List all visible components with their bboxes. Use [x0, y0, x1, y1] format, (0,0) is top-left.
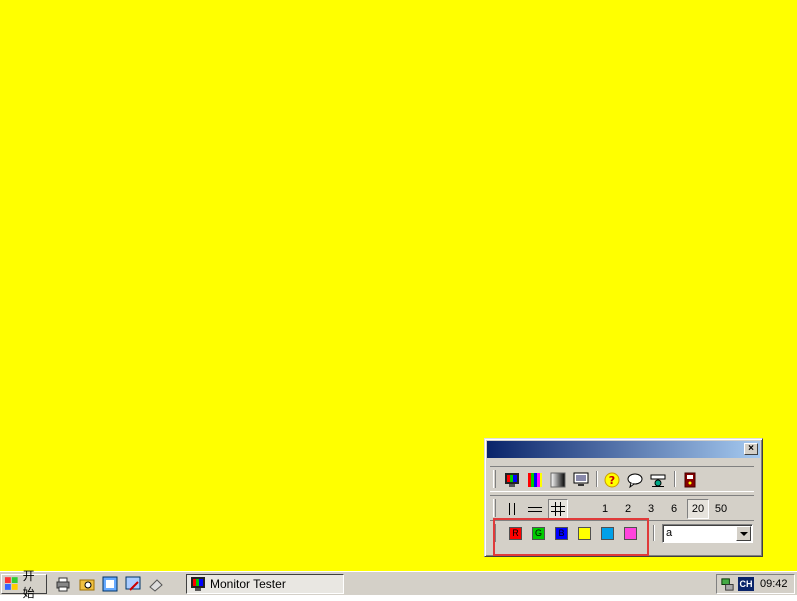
taskbar: 开始 Monitor Tester CH 09:42	[0, 569, 797, 600]
spacing-1-button[interactable]: 1	[595, 499, 615, 519]
svg-text:?: ?	[609, 474, 615, 487]
spacing-3-button[interactable]: 3	[641, 499, 661, 519]
gradient-button[interactable]	[548, 470, 568, 490]
system-tray: CH 09:42	[716, 574, 795, 594]
vertical-lines-button[interactable]	[502, 499, 522, 519]
toolbar-row-patterns: 1 2 3 6 20 50	[490, 495, 754, 521]
help-icon: ?	[604, 472, 620, 488]
combo-dropdown-arrow[interactable]	[736, 526, 751, 541]
color-cyan-button[interactable]	[601, 527, 614, 540]
spacing-6-button[interactable]: 6	[664, 499, 684, 519]
network-tray-icon[interactable]	[720, 577, 735, 592]
monitor-color-icon	[505, 473, 519, 487]
start-button[interactable]: 开始	[1, 569, 47, 600]
monitor-icon	[573, 472, 589, 486]
color-bars-button[interactable]	[525, 470, 545, 490]
settings-icon	[650, 474, 666, 487]
spacing-20-button[interactable]: 20	[687, 499, 709, 519]
start-label: 开始	[22, 569, 35, 600]
help-button[interactable]: ?	[602, 470, 622, 490]
color-blue-button[interactable]: B	[555, 527, 568, 540]
horizontal-lines-button[interactable]	[525, 499, 545, 519]
color-bars-icon	[528, 473, 542, 487]
eraser-icon[interactable]	[148, 576, 164, 592]
tools-icon[interactable]	[125, 576, 141, 592]
exit-button[interactable]	[680, 470, 700, 490]
settings-button[interactable]	[648, 470, 668, 490]
network-icon[interactable]	[102, 576, 118, 592]
grid-button[interactable]	[548, 499, 568, 519]
gradient-icon	[550, 472, 566, 488]
printer-icon[interactable]	[55, 576, 71, 592]
spacing-2-button[interactable]: 2	[618, 499, 638, 519]
toolbar-row-tests: ?	[490, 466, 754, 492]
grid-icon	[551, 502, 565, 516]
close-button[interactable]: ×	[744, 443, 758, 455]
horizontal-lines-icon	[528, 507, 542, 512]
monitor-color-button[interactable]	[502, 470, 522, 490]
color-yellow-button[interactable]	[578, 527, 591, 540]
window-titlebar[interactable]: ×	[487, 441, 760, 458]
folder-search-icon[interactable]	[79, 576, 95, 592]
monitor-tester-app-icon	[191, 577, 205, 591]
ime-indicator[interactable]: CH	[738, 577, 754, 591]
color-red-button[interactable]: R	[509, 527, 522, 540]
color-green-button[interactable]: G	[532, 527, 545, 540]
task-button-monitor-tester[interactable]: Monitor Tester	[186, 574, 344, 594]
task-button-label: Monitor Tester	[210, 577, 286, 591]
combo-value: a	[666, 527, 673, 539]
spacing-50-button[interactable]: 50	[710, 499, 732, 519]
vertical-lines-icon	[509, 503, 515, 515]
color-magenta-button[interactable]	[624, 527, 637, 540]
toolbar-grip[interactable]	[493, 499, 496, 517]
toolbar-grip[interactable]	[493, 524, 496, 542]
toolbar-row-colors: R G B a	[490, 520, 754, 546]
speech-bubble-icon	[627, 473, 643, 488]
mode-combobox[interactable]: a	[662, 524, 753, 543]
windows-logo-icon	[4, 577, 18, 590]
toolbar-grip[interactable]	[493, 470, 496, 488]
about-button[interactable]	[625, 470, 645, 490]
clock[interactable]: 09:42	[760, 578, 788, 590]
monitor-tester-toolbar-window[interactable]: × ? 1 2 3 6 20 50 R G B a	[484, 438, 763, 557]
exit-icon	[684, 472, 696, 488]
monitor-button[interactable]	[571, 470, 591, 490]
